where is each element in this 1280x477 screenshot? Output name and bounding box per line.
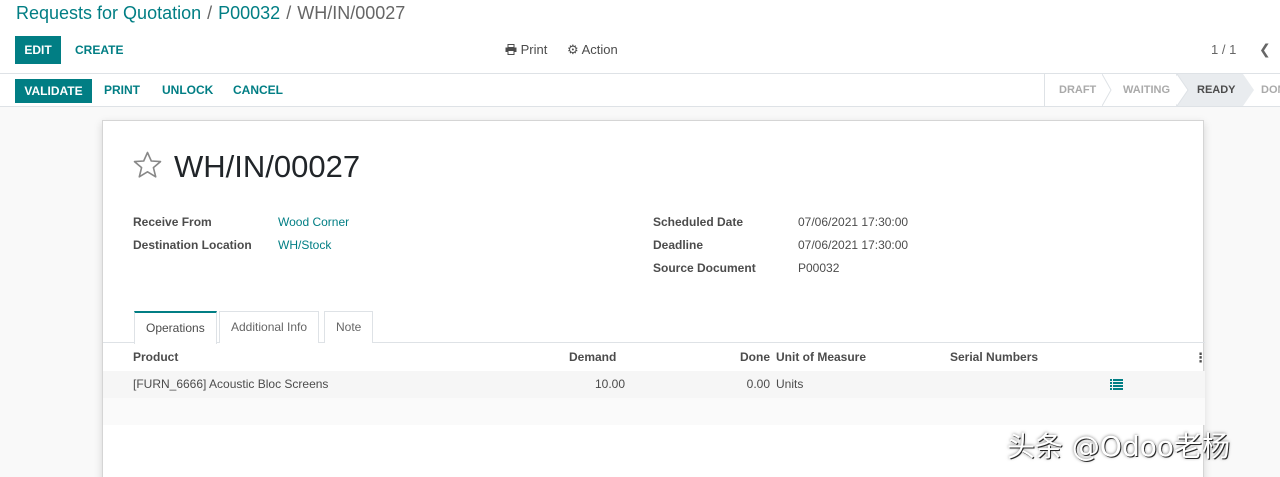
statusbar: VALIDATE PRINT UNLOCK CANCEL DRAFT WAITI… <box>0 74 1280 107</box>
field-label-destination-location: Destination Location <box>133 238 252 252</box>
column-header-unit-of-measure[interactable]: Unit of Measure <box>776 350 866 364</box>
field-value-destination-location[interactable]: WH/Stock <box>278 238 331 252</box>
tab-additional-info[interactable]: Additional Info <box>219 311 320 343</box>
unlock-button[interactable]: UNLOCK <box>162 83 213 97</box>
star-icon[interactable] <box>133 151 162 179</box>
pager-value[interactable]: 1 / 1 <box>1211 42 1236 57</box>
stage-arrow <box>1243 74 1254 106</box>
print-label: Print <box>520 42 548 57</box>
print-dropdown[interactable]: Print <box>505 42 547 57</box>
cell-uom: Units <box>776 377 804 391</box>
create-button[interactable]: CREATE <box>75 43 123 57</box>
validate-button[interactable]: VALIDATE <box>15 79 92 103</box>
gear-icon: ⚙ <box>567 42 579 57</box>
field-label-source-document: Source Document <box>653 261 756 275</box>
column-header-demand[interactable]: Demand <box>569 350 616 364</box>
column-header-done[interactable]: Done <box>740 350 770 364</box>
field-value-receive-from[interactable]: Wood Corner <box>278 215 349 229</box>
stage-done[interactable]: DONE <box>1261 74 1280 106</box>
stage-widget: DRAFT WAITING READY DONE <box>1044 74 1280 106</box>
field-value-scheduled-date: 07/06/2021 17:30:00 <box>798 215 909 229</box>
print-button[interactable]: PRINT <box>104 83 140 97</box>
notebook-tabs: Operations Additional Info Note <box>103 311 1205 344</box>
stage-waiting[interactable]: WAITING <box>1123 74 1170 106</box>
table-row[interactable]: [FURN_6666] Acoustic Bloc Screens 10.00 … <box>103 371 1205 398</box>
stage-ready-label: READY <box>1197 84 1236 96</box>
list-details-icon[interactable] <box>1110 379 1123 390</box>
table-header: Product Demand Done Unit of Measure Seri… <box>103 343 1207 371</box>
field-value-source-document: P00032 <box>798 261 840 275</box>
breadcrumb-item-rfq[interactable]: Requests for Quotation <box>16 3 201 23</box>
breadcrumb-item-po[interactable]: P00032 <box>218 3 280 23</box>
cell-demand: 10.00 <box>594 377 625 391</box>
field-label-deadline: Deadline <box>653 238 704 252</box>
field-value-deadline: 07/06/2021 17:30:00 <box>798 238 909 252</box>
breadcrumb-current: WH/IN/00027 <box>297 3 406 23</box>
action-dropdown[interactable]: ⚙ Action <box>567 42 618 58</box>
form-sheet: WH/IN/00027 Receive From Wood Corner Des… <box>102 120 1207 477</box>
stage-arrow <box>1102 74 1112 106</box>
record-title: WH/IN/00027 <box>174 149 361 184</box>
breadcrumb-separator: / <box>207 3 213 23</box>
edit-button[interactable]: EDIT <box>15 36 61 64</box>
stage-draft[interactable]: DRAFT <box>1059 74 1096 106</box>
field-label-scheduled-date: Scheduled Date <box>653 215 744 229</box>
stage-arrow <box>1177 74 1189 106</box>
column-options-icon[interactable]: ⋮ <box>1194 350 1207 366</box>
tab-note[interactable]: Note <box>324 311 374 343</box>
breadcrumb: Requests for Quotation / P00032/WH/IN/0002… <box>16 3 405 24</box>
column-header-product[interactable]: Product <box>133 350 178 364</box>
print-icon <box>505 44 517 55</box>
action-label: Action <box>581 42 618 57</box>
table-row-empty <box>103 398 1205 425</box>
cell-product: [FURN_6666] Acoustic Bloc Screens <box>133 377 329 391</box>
column-header-serial-numbers[interactable]: Serial Numbers <box>950 350 1038 364</box>
field-label-receive-from: Receive From <box>133 215 212 229</box>
chevron-left-icon[interactable]: ❮ <box>1259 41 1271 58</box>
watermark: 头条 @Odoo老杨 <box>1007 430 1230 463</box>
breadcrumb-separator: / <box>286 3 292 23</box>
cell-done: 0.00 <box>746 377 770 391</box>
cancel-button[interactable]: CANCEL <box>233 83 283 97</box>
tab-operations[interactable]: Operations <box>134 311 217 344</box>
control-panel: Requests for Quotation / P00032/WH/IN/0002… <box>0 0 1280 74</box>
